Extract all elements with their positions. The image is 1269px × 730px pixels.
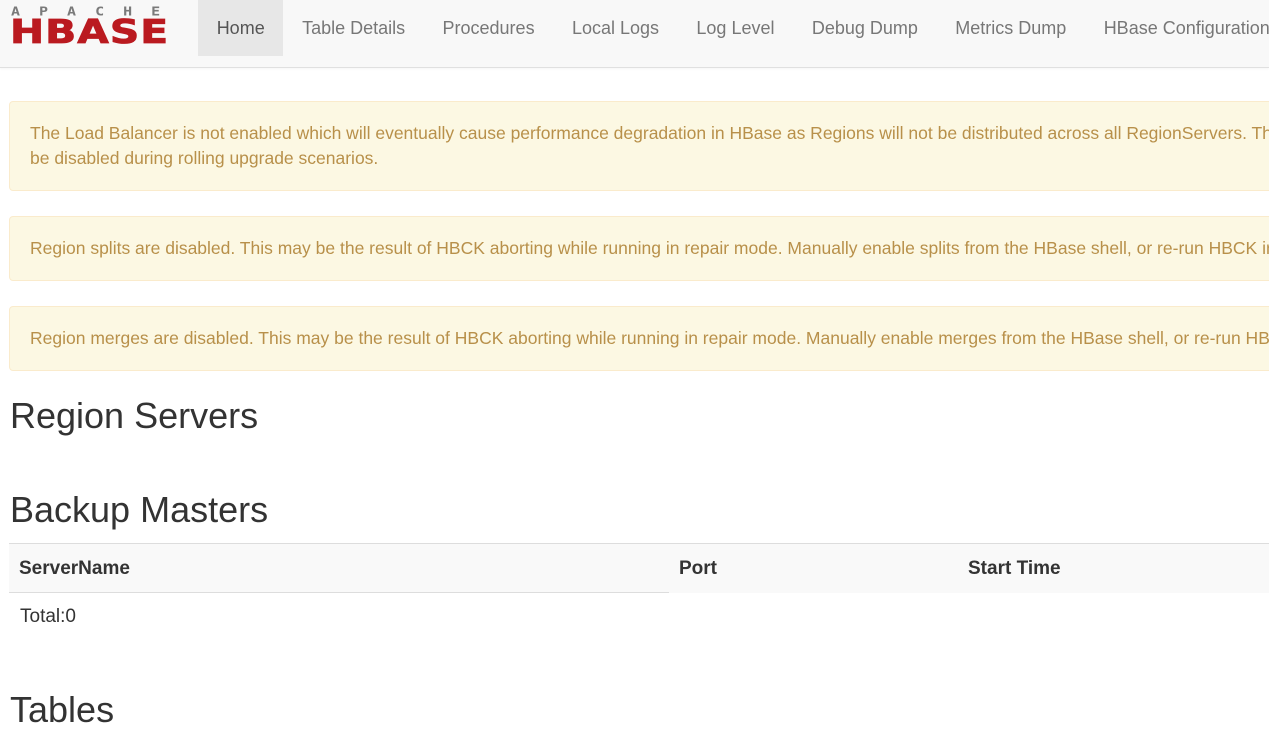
nav-item-home[interactable]: Home (198, 0, 284, 56)
top-navbar: APACHE HBASE Home Table Details Procedur… (0, 0, 1269, 68)
region-merges-warning: Region merges are disabled. This may be … (9, 306, 1269, 371)
column-header-port[interactable]: Port (679, 544, 717, 593)
backup-masters-total: Total:0 (20, 606, 76, 627)
nav-item-local-logs[interactable]: Local Logs (553, 0, 677, 56)
region-servers-heading: Region Servers (10, 395, 259, 436)
table-divider (9, 592, 669, 593)
nav-item-log-level[interactable]: Log Level (678, 0, 793, 56)
backup-masters-heading: Backup Masters (10, 489, 269, 530)
region-splits-warning: Region splits are disabled. This may be … (9, 216, 1269, 281)
alert-text-line: The Load Balancer is not enabled which w… (30, 123, 1269, 143)
load-balancer-warning: The Load Balancer is not enabled which w… (9, 101, 1269, 191)
nav-item-metrics-dump[interactable]: Metrics Dump (937, 0, 1085, 56)
backup-masters-table-header: ServerName Port Start Time (9, 543, 1269, 593)
column-header-start-time[interactable]: Start Time (968, 544, 1061, 593)
alert-text-line: Region merges are disabled. This may be … (30, 328, 1269, 348)
tables-heading: Tables (10, 689, 115, 730)
alert-text-line: Region splits are disabled. This may be … (30, 238, 1269, 258)
hbase-logo[interactable]: APACHE HBASE (9, 5, 182, 52)
main-nav: Home Table Details Procedures Local Logs… (198, 0, 1269, 56)
nav-item-debug-dump[interactable]: Debug Dump (793, 0, 936, 56)
column-header-servername[interactable]: ServerName (19, 544, 130, 593)
alert-text-line: be disabled during rolling upgrade scena… (30, 148, 379, 168)
logo-hbase-text: HBASE (9, 13, 170, 52)
nav-item-procedures[interactable]: Procedures (424, 0, 553, 56)
nav-item-table-details[interactable]: Table Details (283, 0, 423, 56)
nav-item-hbase-configuration[interactable]: HBase Configuration (1085, 0, 1269, 56)
